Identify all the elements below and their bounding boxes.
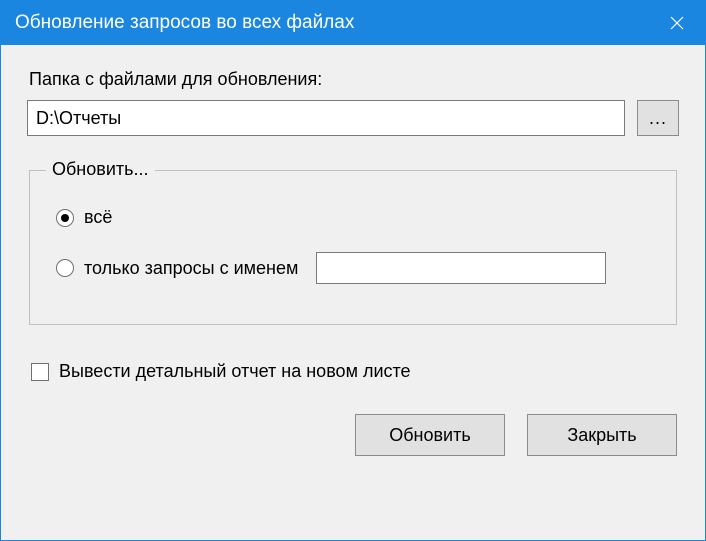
- folder-path-input[interactable]: [27, 100, 625, 136]
- radio-all-label: всё: [84, 207, 112, 228]
- browse-button[interactable]: ...: [637, 100, 679, 136]
- window-title: Обновление запросов во всех файлах: [15, 12, 649, 34]
- groupbox-legend: Обновить...: [46, 159, 155, 180]
- client-area: Папка с файлами для обновления: ... Обно…: [1, 45, 705, 540]
- close-button[interactable]: Закрыть: [527, 414, 677, 456]
- radio-row-named: только запросы с именем: [56, 252, 650, 284]
- button-row: Обновить Закрыть: [27, 414, 679, 456]
- report-check-row: Вывести детальный отчет на новом листе: [31, 361, 679, 382]
- report-checkbox-label: Вывести детальный отчет на новом листе: [59, 361, 411, 382]
- titlebar: Обновление запросов во всех файлах: [1, 1, 705, 45]
- folder-label: Папка с файлами для обновления:: [29, 69, 679, 90]
- dialog-window: Обновление запросов во всех файлах Папка…: [0, 0, 706, 541]
- update-button[interactable]: Обновить: [355, 414, 505, 456]
- radio-dot-icon: [61, 214, 69, 222]
- update-groupbox: Обновить... всё только запросы с именем: [29, 170, 677, 325]
- radio-row-all: всё: [56, 207, 650, 228]
- radio-named[interactable]: [56, 259, 74, 277]
- radio-named-label: только запросы с именем: [84, 258, 298, 279]
- close-icon[interactable]: [649, 1, 705, 45]
- radio-all[interactable]: [56, 209, 74, 227]
- folder-row: ...: [27, 100, 679, 136]
- query-name-input[interactable]: [316, 252, 606, 284]
- report-checkbox[interactable]: [31, 363, 49, 381]
